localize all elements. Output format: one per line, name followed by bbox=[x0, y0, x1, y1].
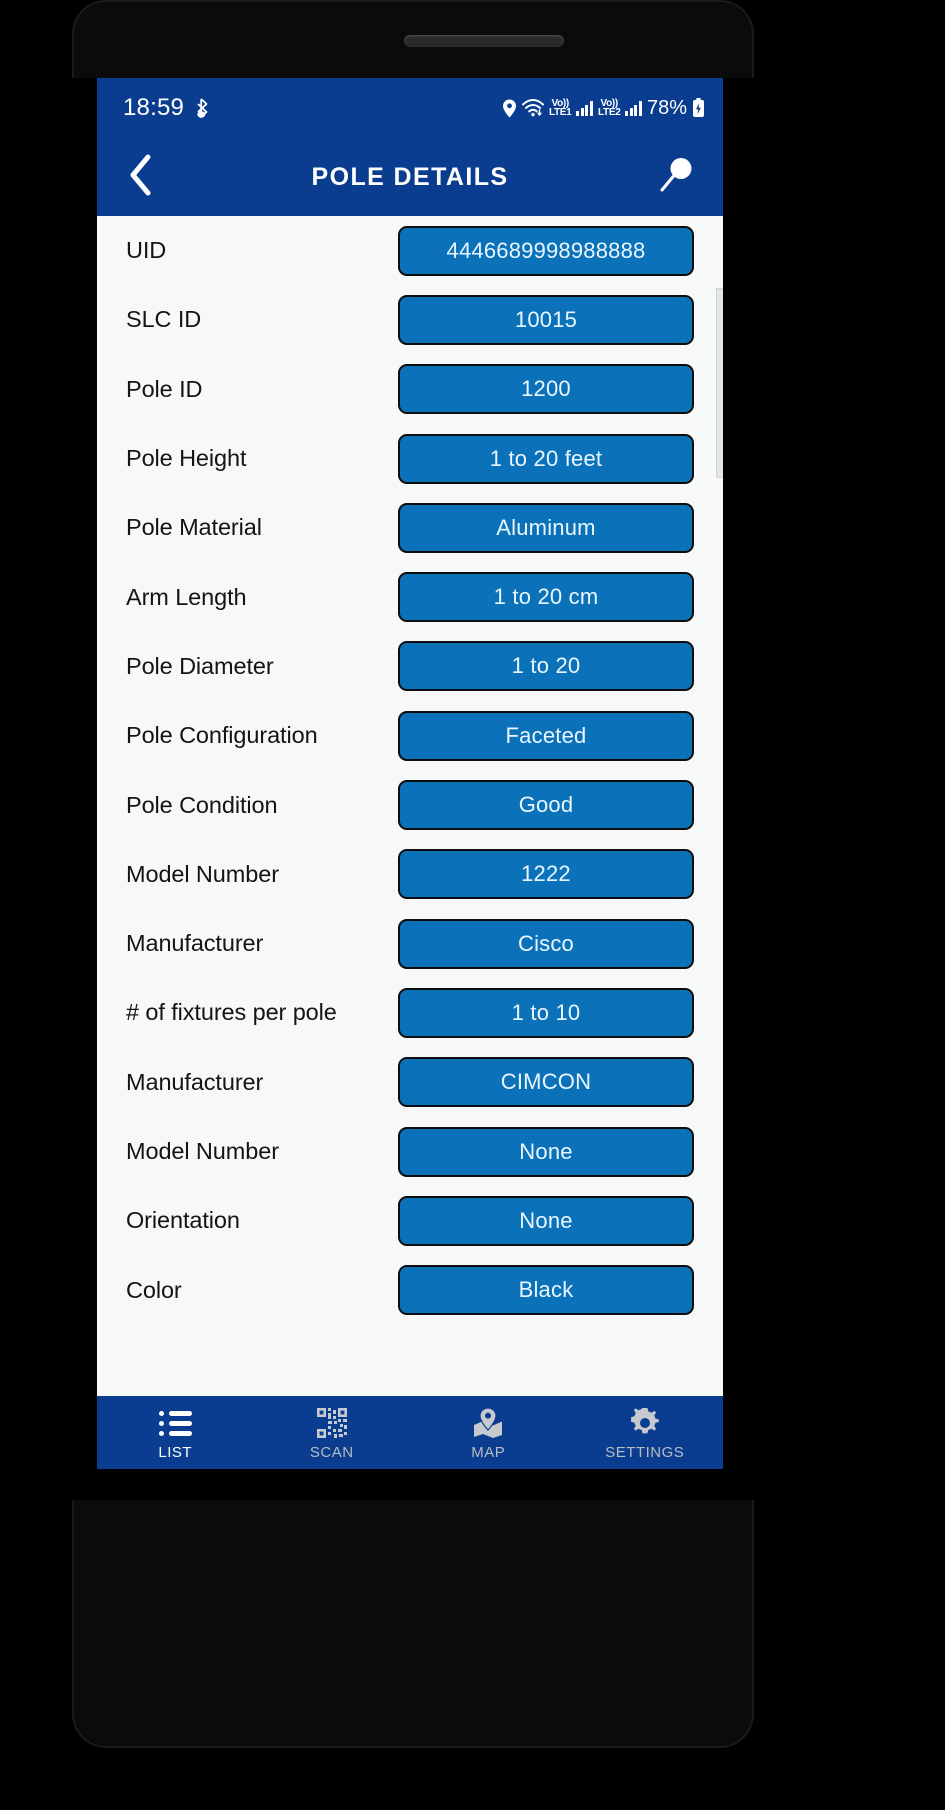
detail-row-label: Orientation bbox=[126, 1207, 240, 1234]
detail-row: Manufacturer Cisco bbox=[97, 909, 723, 978]
detail-row-label: Color bbox=[126, 1276, 182, 1303]
detail-row: Arm Length 1 to 20 cm bbox=[97, 562, 723, 631]
detail-row-value-button[interactable]: Black bbox=[398, 1265, 694, 1316]
detail-row: SLC ID 10015 bbox=[97, 285, 723, 354]
search-icon bbox=[658, 155, 698, 200]
location-icon bbox=[502, 99, 517, 118]
detail-row: Pole Condition Good bbox=[97, 770, 723, 839]
earpiece-speaker bbox=[404, 35, 564, 47]
detail-row-label: # of fixtures per pole bbox=[126, 999, 337, 1026]
volte-lte1-indicator: Vo)) LTE1 bbox=[548, 97, 572, 118]
detail-row: Pole Material Aluminum bbox=[97, 493, 723, 562]
status-bar-left: 18:59 bbox=[123, 94, 210, 122]
detail-row-value-button[interactable]: Cisco bbox=[398, 918, 694, 969]
list-icon bbox=[158, 1407, 192, 1439]
map-pin-icon bbox=[472, 1407, 504, 1439]
bluetooth-audio-icon bbox=[193, 98, 210, 118]
detail-row-label: Model Number bbox=[126, 1138, 279, 1164]
detail-row-value-button[interactable]: 1 to 20 bbox=[398, 641, 694, 692]
detail-row: Model Number None bbox=[97, 1117, 723, 1186]
detail-row-value-button[interactable]: CIMCON bbox=[398, 1057, 694, 1108]
detail-rows-container: UID 4446689998988888 SLC ID 10015 Pole ID 120… bbox=[97, 216, 723, 1325]
detail-row-value-button[interactable]: 1 to 10 bbox=[398, 987, 694, 1038]
qr-code-icon bbox=[316, 1407, 347, 1439]
tab-scan-label: SCAN bbox=[309, 1444, 354, 1461]
search-button[interactable] bbox=[653, 152, 703, 202]
detail-row-value-button[interactable]: Aluminum bbox=[398, 502, 694, 553]
detail-row: Orientation None bbox=[97, 1186, 723, 1255]
detail-row-label: SLC ID bbox=[126, 306, 202, 333]
wifi-icon bbox=[521, 99, 544, 117]
detail-row-label: Pole ID bbox=[126, 375, 203, 402]
vertical-scrollbar[interactable] bbox=[716, 288, 723, 478]
detail-row-value-button[interactable]: None bbox=[398, 1195, 694, 1246]
detail-row: Color Black bbox=[97, 1255, 723, 1324]
detail-row: Pole Configuration Faceted bbox=[97, 701, 723, 770]
detail-row-label: Manufacturer bbox=[126, 1068, 264, 1095]
pole-details-list[interactable]: UID 4446689998988888 SLC ID 10015 Pole ID 120… bbox=[97, 216, 723, 1396]
detail-row-label: Pole Diameter bbox=[126, 652, 274, 679]
detail-row-label: Pole Condition bbox=[126, 791, 278, 818]
detail-row-value-button[interactable]: 10015 bbox=[398, 294, 694, 345]
detail-row-value-button[interactable]: Good bbox=[398, 780, 694, 831]
bottom-tab-bar: LIST SCAN MAP SETTINGS bbox=[97, 1396, 723, 1469]
detail-row-value-button[interactable]: 1222 bbox=[398, 849, 694, 900]
detail-row: Pole Height 1 to 20 feet bbox=[97, 424, 723, 493]
detail-row-value-button[interactable]: 1 to 20 feet bbox=[398, 433, 694, 484]
screenshot-root: 18:59 Vo)) LTE1 Vo)) LTE2 78% POLE DETAI… bbox=[0, 0, 945, 1810]
device-top-bezel bbox=[72, 0, 754, 78]
detail-row: # of fixtures per pole 1 to 10 bbox=[97, 978, 723, 1047]
status-bar-right: Vo)) LTE1 Vo)) LTE2 78% bbox=[502, 97, 705, 120]
tab-map-label: MAP bbox=[471, 1444, 506, 1461]
detail-row: Model Number 1222 bbox=[97, 840, 723, 909]
detail-row-label: Model Number bbox=[126, 860, 279, 887]
detail-row: Pole Diameter 1 to 20 bbox=[97, 632, 723, 701]
battery-icon bbox=[692, 98, 705, 118]
battery-percent-label: 78% bbox=[646, 96, 687, 119]
back-button[interactable] bbox=[115, 152, 165, 202]
detail-row: Manufacturer CIMCON bbox=[97, 1048, 723, 1117]
app-header: POLE DETAILS bbox=[97, 138, 723, 216]
signal-bars-sim1-icon bbox=[576, 100, 593, 116]
detail-row-label: Pole Configuration bbox=[126, 722, 318, 749]
device-bottom-bezel bbox=[72, 1500, 754, 1748]
tab-list[interactable]: LIST bbox=[97, 1396, 254, 1469]
tab-settings-label: SETTINGS bbox=[605, 1444, 685, 1461]
detail-row-label: Arm Length bbox=[126, 583, 247, 610]
detail-row-label: Pole Height bbox=[126, 445, 247, 472]
volte-lte2-indicator: Vo)) LTE2 bbox=[597, 97, 621, 118]
detail-row-value-button[interactable]: Faceted bbox=[398, 710, 694, 761]
detail-row-label: UID bbox=[126, 237, 167, 264]
gear-icon bbox=[630, 1407, 660, 1439]
detail-row-value-button[interactable]: None bbox=[398, 1126, 694, 1177]
detail-row-value-button[interactable]: 1200 bbox=[398, 364, 694, 415]
detail-row-label: Pole Material bbox=[126, 514, 262, 541]
tab-map[interactable]: MAP bbox=[410, 1396, 567, 1469]
status-bar: 18:59 Vo)) LTE1 Vo)) LTE2 78% bbox=[97, 78, 723, 138]
detail-row-label: Manufacturer bbox=[126, 930, 264, 957]
status-clock: 18:59 bbox=[123, 94, 185, 121]
signal-bars-sim2-icon bbox=[625, 100, 642, 116]
detail-row-value-button[interactable]: 1 to 20 cm bbox=[398, 572, 694, 623]
detail-row-value-button[interactable]: 4446689998988888 bbox=[398, 225, 694, 276]
tab-scan[interactable]: SCAN bbox=[254, 1396, 411, 1469]
tab-settings[interactable]: SETTINGS bbox=[567, 1396, 724, 1469]
detail-row: UID 4446689998988888 bbox=[97, 216, 723, 285]
phone-screen: 18:59 Vo)) LTE1 Vo)) LTE2 78% POLE DETAI… bbox=[97, 78, 723, 1469]
page-title: POLE DETAILS bbox=[311, 162, 509, 191]
chevron-left-icon bbox=[128, 154, 152, 201]
tab-list-label: LIST bbox=[158, 1444, 193, 1461]
detail-row: Pole ID 1200 bbox=[97, 355, 723, 424]
